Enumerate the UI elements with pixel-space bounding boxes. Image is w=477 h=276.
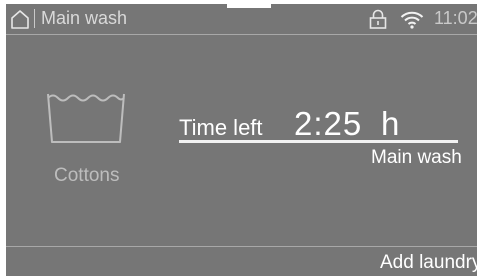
footer-divider <box>6 246 477 247</box>
program-name: Cottons <box>54 165 120 186</box>
status-separator <box>34 9 35 28</box>
wifi-icon <box>400 11 424 29</box>
status-bar: Main wash 11:02 <box>6 4 477 35</box>
tub-icon <box>47 93 125 143</box>
display-panel: Main wash 11:02 Cottons Time left 2:25 h… <box>6 4 477 276</box>
time-left-label: Time left <box>179 115 263 140</box>
status-title: Main wash <box>41 8 128 28</box>
time-left-unit: h <box>381 105 400 142</box>
time-left-value: 2:25 <box>294 105 363 142</box>
time-divider <box>179 140 458 143</box>
home-icon[interactable] <box>10 9 30 29</box>
clock: 11:02 <box>434 8 477 28</box>
lock-icon <box>369 9 387 29</box>
wash-phase: Main wash <box>371 147 462 168</box>
add-laundry-button[interactable]: Add laundry <box>380 252 477 274</box>
